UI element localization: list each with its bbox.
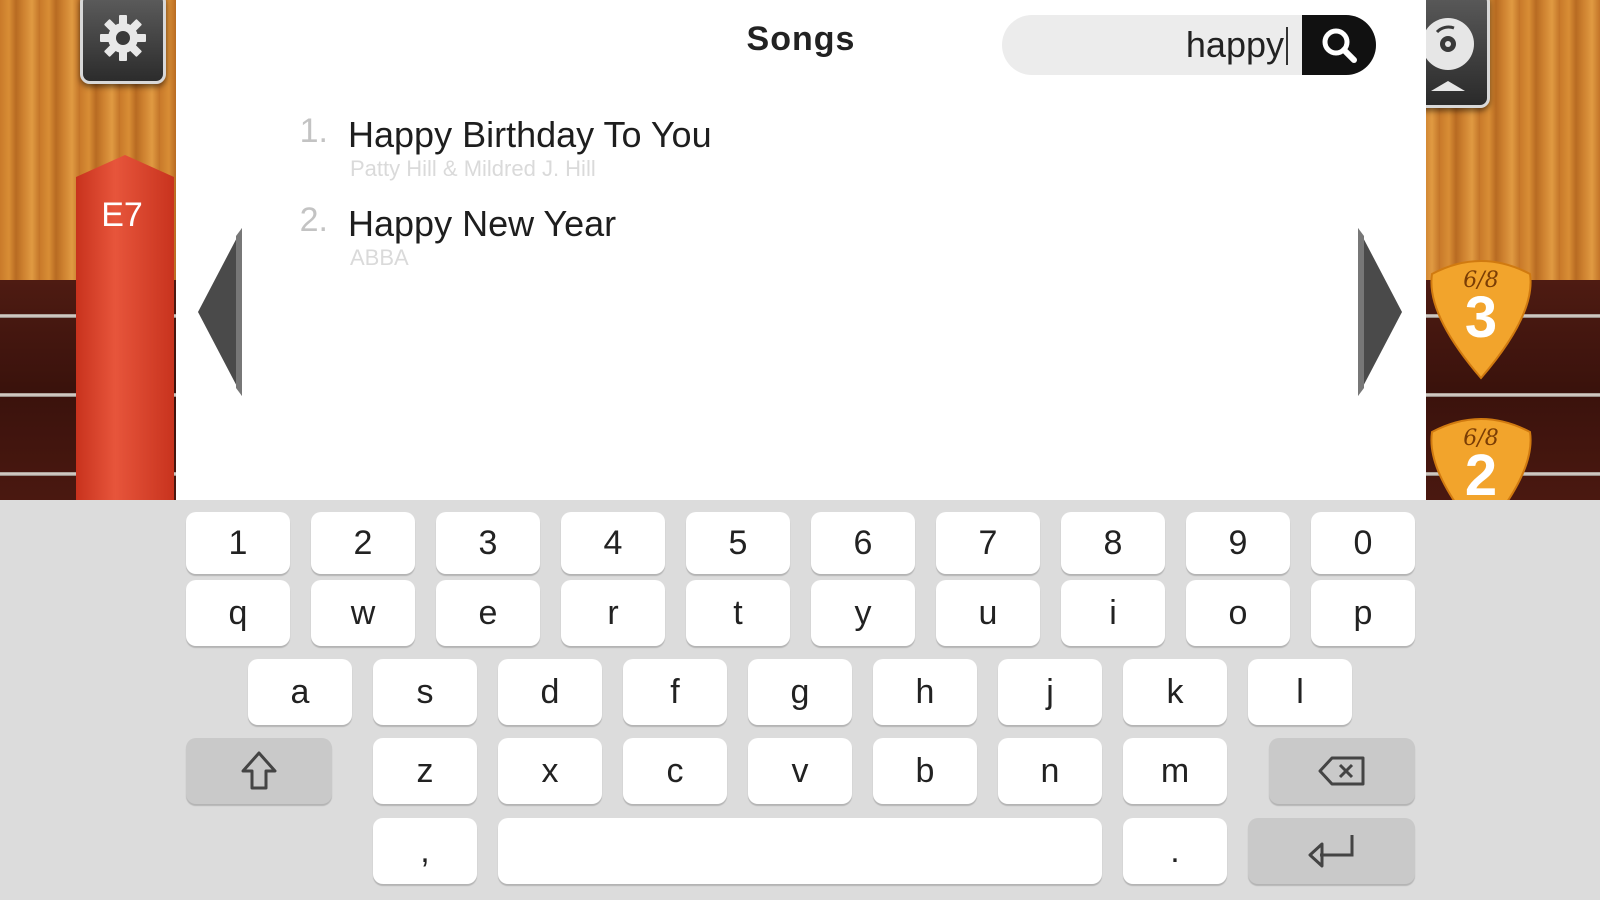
key[interactable]: f (623, 659, 727, 725)
key[interactable]: 9 (1186, 512, 1290, 574)
key[interactable]: z (373, 738, 477, 804)
key[interactable]: q (186, 580, 290, 646)
key[interactable]: 2 (311, 512, 415, 574)
space-key[interactable] (498, 818, 1102, 884)
backspace-key[interactable] (1269, 738, 1415, 804)
search-icon (1322, 28, 1357, 63)
key[interactable]: u (936, 580, 1040, 646)
triangle-right-icon[interactable] (1352, 228, 1402, 396)
key[interactable]: b (873, 738, 977, 804)
key[interactable]: 4 (561, 512, 665, 574)
settings-button[interactable] (80, 0, 166, 84)
pick-number: 2 (1464, 443, 1498, 508)
shift-key[interactable] (186, 738, 332, 804)
song-title: Happy Birthday To You (348, 114, 712, 155)
key[interactable]: g (748, 659, 852, 725)
key[interactable]: v (748, 738, 852, 804)
key[interactable]: e (436, 580, 540, 646)
song-artist: ABBA (350, 245, 409, 270)
enter-icon (1308, 835, 1353, 868)
songs-panel: Songs 1. Happy Birthday To You Patty Hil… (176, 0, 1426, 500)
key[interactable]: c (623, 738, 727, 804)
key[interactable]: j (998, 659, 1102, 725)
key[interactable]: 5 (686, 512, 790, 574)
key[interactable]: h (873, 659, 977, 725)
key[interactable]: r (561, 580, 665, 646)
key[interactable]: n (998, 738, 1102, 804)
time-signature-pick[interactable]: 6/8 3 (1424, 254, 1538, 380)
key[interactable]: o (1186, 580, 1290, 646)
song-number: 1. (299, 112, 328, 150)
key[interactable]: l (1248, 659, 1352, 725)
key[interactable]: t (686, 580, 790, 646)
key[interactable]: m (1123, 738, 1227, 804)
onscreen-keyboard: 1 2 3 4 5 6 7 8 9 0 q w e r t y u i o p … (0, 500, 1600, 900)
key[interactable]: k (1123, 659, 1227, 725)
key[interactable]: 8 (1061, 512, 1165, 574)
gear-icon (100, 15, 146, 61)
key[interactable]: p (1311, 580, 1415, 646)
song-title: Happy New Year (348, 203, 617, 244)
triangle-left-icon[interactable] (198, 228, 248, 396)
key[interactable]: 0 (1311, 512, 1415, 574)
text-cursor (1286, 27, 1288, 65)
key[interactable]: x (498, 738, 602, 804)
key[interactable]: 6 (811, 512, 915, 574)
key[interactable]: i (1061, 580, 1165, 646)
search-button[interactable] (1302, 15, 1376, 75)
key[interactable]: d (498, 659, 602, 725)
key[interactable]: 7 (936, 512, 1040, 574)
search-input[interactable] (1024, 23, 1284, 67)
search-bar (1002, 15, 1376, 75)
key[interactable]: w (311, 580, 415, 646)
shift-icon (241, 751, 277, 790)
backspace-icon (1318, 756, 1365, 786)
key[interactable]: 1 (186, 512, 290, 574)
key[interactable]: y (811, 580, 915, 646)
period-key[interactable]: . (1123, 818, 1227, 884)
key[interactable]: a (248, 659, 352, 725)
pick-number: 3 (1464, 285, 1498, 350)
enter-key[interactable] (1248, 818, 1415, 884)
song-number: 2. (299, 201, 328, 239)
key[interactable]: s (373, 659, 477, 725)
key[interactable]: 3 (436, 512, 540, 574)
chord-label: E7 (101, 196, 143, 234)
song-artist: Patty Hill & Mildred J. Hill (350, 156, 596, 181)
comma-key[interactable]: , (373, 818, 477, 884)
